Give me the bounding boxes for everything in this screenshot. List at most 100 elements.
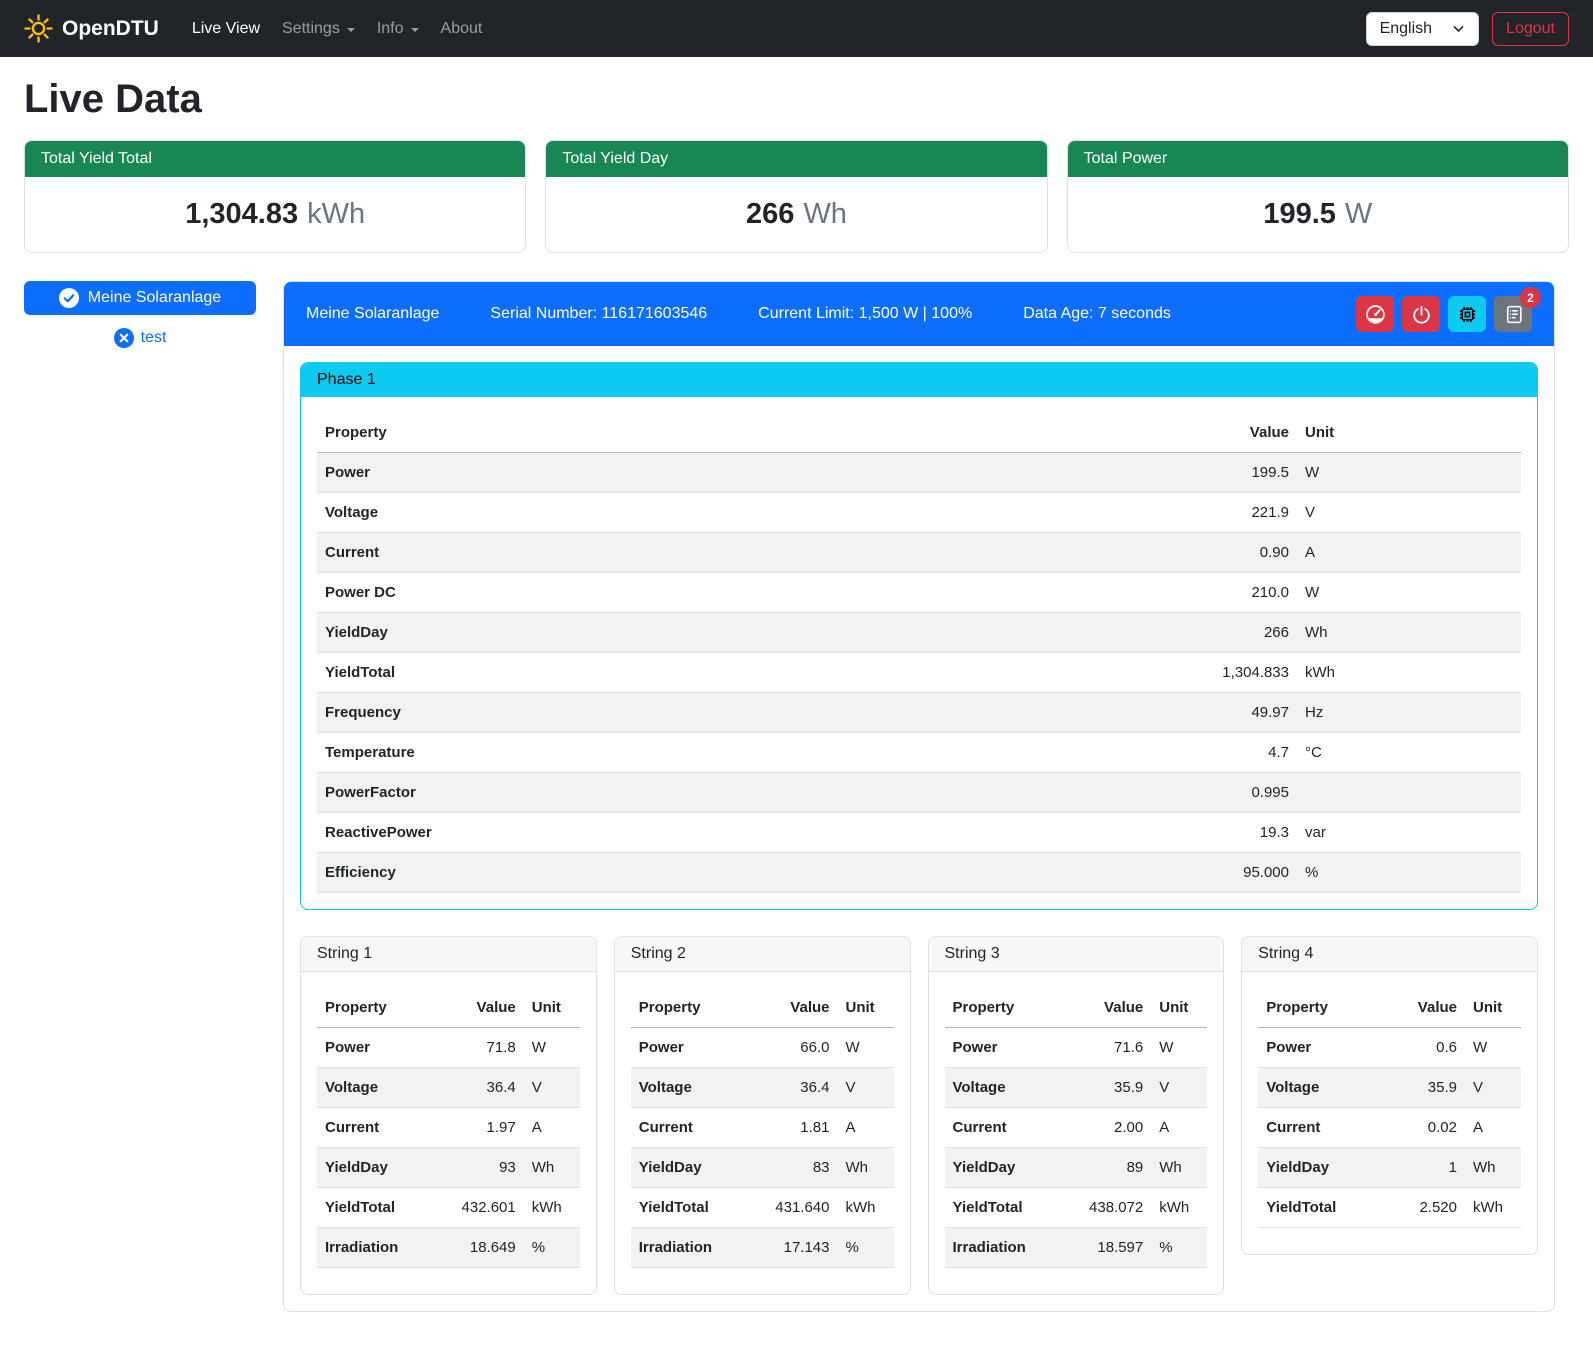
table-row: YieldTotal1,304.833kWh [317,653,1521,693]
strings-row: String 1 Property Value Unit [300,936,1538,1295]
table-row: YieldDay1Wh [1258,1148,1521,1188]
power-icon [1411,304,1432,325]
nav-item-info[interactable]: Info [366,12,430,46]
string-2-table: Property Value Unit Power66.0W Voltage36… [631,988,894,1268]
nav-item-settings[interactable]: Settings [271,12,366,46]
table-row: YieldDay83Wh [631,1148,894,1188]
table-row: Power71.6W [945,1028,1208,1068]
table-header-row: Property Value Unit [1258,988,1521,1028]
table-row: Voltage36.4V [631,1068,894,1108]
table-header-row: Property Value Unit [631,988,894,1028]
logout-button[interactable]: Logout [1492,12,1569,46]
string-title: String 4 [1242,937,1537,972]
summary-unit: kWh [307,198,365,230]
power-settings-button[interactable] [1402,296,1440,332]
table-row: YieldDay89Wh [945,1148,1208,1188]
table-row: YieldTotal2.520kWh [1258,1188,1521,1228]
table-row: Temperature4.7°C [317,733,1521,773]
summary-card-total-power: Total Power 199.5W [1067,140,1569,253]
table-row: YieldTotal438.072kWh [945,1188,1208,1228]
language-value: English [1380,20,1432,38]
summary-value: 266 [746,198,794,230]
summary-value: 1,304.83 [185,198,298,230]
table-row: Power71.8W [317,1028,580,1068]
table-row: Current0.02A [1258,1108,1521,1148]
page-title: Live Data [24,77,1569,122]
summary-unit: Wh [803,198,847,230]
summary-card-value-row: 199.5W [1068,177,1568,252]
table-row: YieldTotal432.601kWh [317,1188,580,1228]
x-circle-icon [114,328,134,348]
inverter-card: Meine Solaranlage Serial Number: 1161716… [283,281,1555,1312]
table-row: Irradiation17.143% [631,1228,894,1268]
brand-label: OpenDTU [62,17,159,41]
phase-title: Phase 1 [301,363,1537,397]
table-row: Irradiation18.597% [945,1228,1208,1268]
summary-card-value-row: 1,304.83 kWh [25,177,525,252]
summary-card-total-yield-day: Total Yield Day 266 Wh [545,140,1047,253]
string-3-table: Property Value Unit Power71.6W Voltage35… [945,988,1208,1268]
table-row: Frequency49.97Hz [317,693,1521,733]
table-row: Efficiency95.000% [317,853,1521,893]
table-header-row: Property Value Unit [317,988,580,1028]
nav-links: Live View Settings Info About [181,12,1366,46]
inverter-name: Meine Solaranlage [88,289,221,307]
inverter-select-button[interactable]: Meine Solaranlage [24,281,256,315]
nav-item-live-view[interactable]: Live View [181,12,271,46]
chevron-down-icon [1452,22,1465,35]
inverter-sidebar: Meine Solaranlage test [24,281,256,348]
navbar: OpenDTU Live View Settings Info About En… [0,0,1593,57]
table-row: Current2.00A [945,1108,1208,1148]
string-title: String 3 [929,937,1224,972]
journal-icon [1503,304,1524,325]
string-1-table: Property Value Unit Power71.8W Voltage36… [317,988,580,1268]
phase-body: Property Value Unit Power199.5W Voltage2… [301,397,1537,909]
table-row: Voltage36.4V [317,1068,580,1108]
inverter-current-limit: Current Limit: 1,500 W | 100% [758,305,972,323]
inverter-card-body: Phase 1 Property Value Unit Power199.5W [284,346,1554,1311]
inverter-item-test[interactable]: test [24,328,256,348]
gauge-icon [1365,304,1386,325]
table-row: Irradiation18.649% [317,1228,580,1268]
summary-card-total-yield-total: Total Yield Total 1,304.83 kWh [24,140,526,253]
inverter-name: test [141,329,167,347]
event-log-button[interactable]: 2 [1494,296,1532,332]
table-row: Current1.81A [631,1108,894,1148]
string-title: String 2 [615,937,910,972]
summary-card-title: Total Yield Day [546,141,1046,177]
string-title: String 1 [301,937,596,972]
summary-card-value-row: 266 Wh [546,177,1046,252]
table-row: Power199.5W [317,453,1521,493]
table-row: Voltage35.9V [1258,1068,1521,1108]
nav-item-about[interactable]: About [430,12,494,46]
table-row: Power0.6W [1258,1028,1521,1068]
phase-table: Property Value Unit Power199.5W Voltage2… [317,413,1521,893]
summary-card-title: Total Yield Total [25,141,525,177]
string-4-table: Property Value Unit Power0.6W Voltage35.… [1258,988,1521,1228]
string-2-card: String 2 Property Value Unit [614,936,911,1295]
column-value: Value [1147,413,1297,453]
limit-settings-button[interactable] [1356,296,1394,332]
table-row: PowerFactor0.995 [317,773,1521,813]
brand-link[interactable]: OpenDTU [24,14,159,43]
language-select[interactable]: English [1366,12,1479,46]
string-4-card: String 4 Property Value Unit [1241,936,1538,1255]
table-row: YieldTotal431.640kWh [631,1188,894,1228]
inverter-serial-number: Serial Number: 116171603546 [490,305,707,323]
summary-row: Total Yield Total 1,304.83 kWh Total Yiel… [24,140,1569,253]
table-header-row: Property Value Unit [945,988,1208,1028]
summary-card-title: Total Power [1068,141,1568,177]
string-3-card: String 3 Property Value Unit [928,936,1225,1295]
table-row: YieldDay266Wh [317,613,1521,653]
caret-down-icon [347,28,355,32]
column-property: Property [317,413,1147,453]
table-row: Voltage35.9V [945,1068,1208,1108]
inverter-card-header: Meine Solaranlage Serial Number: 1161716… [284,282,1554,346]
summary-unit: W [1345,198,1372,230]
table-row: Power DC210.0W [317,573,1521,613]
table-row: Voltage221.9V [317,493,1521,533]
event-count-badge: 2 [1520,287,1541,308]
content-row: Meine Solaranlage test Meine Solaranlage… [24,281,1555,1312]
device-info-button[interactable] [1448,296,1486,332]
table-row: Power66.0W [631,1028,894,1068]
